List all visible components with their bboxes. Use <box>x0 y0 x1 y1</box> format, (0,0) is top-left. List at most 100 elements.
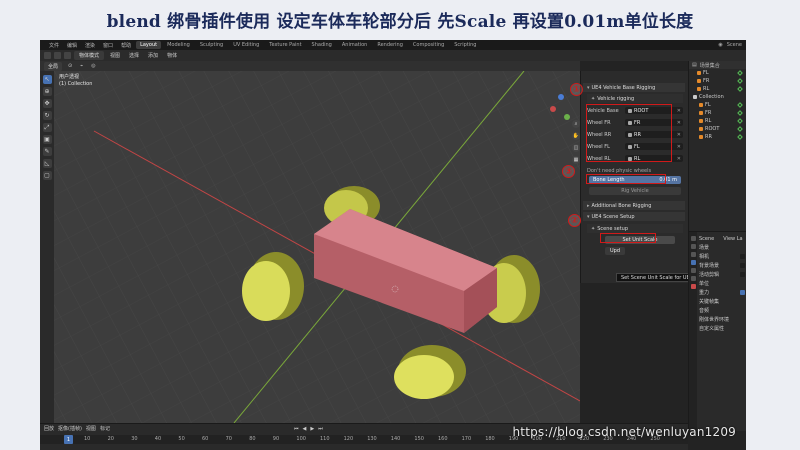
outliner-item[interactable]: FR <box>689 109 746 117</box>
constraints-tab-icon[interactable] <box>690 284 696 289</box>
object-tab-icon[interactable] <box>690 276 696 281</box>
timeline-menu-marker[interactable]: 标记 <box>100 425 110 432</box>
play-icon[interactable]: ▶ <box>310 426 314 432</box>
orientation-dropdown[interactable]: 全局 <box>44 61 63 71</box>
outliner-item[interactable]: ROOT <box>689 125 746 133</box>
clear-icon[interactable]: ✕ <box>677 120 683 126</box>
scene-selector[interactable]: ◉ Scene <box>718 42 746 48</box>
grid-icon[interactable]: ▦ <box>572 156 580 164</box>
cursor-tool-icon[interactable]: ⊕ <box>42 87 52 96</box>
jump-start-icon[interactable]: ⏮ <box>294 426 299 432</box>
menu-help[interactable]: 帮助 <box>118 42 134 49</box>
menu-edit[interactable]: 编辑 <box>64 42 80 49</box>
menu-add[interactable]: 添加 <box>145 52 161 59</box>
outliner-item[interactable]: RL <box>689 85 746 93</box>
outliner-item[interactable]: FL <box>689 69 746 77</box>
workspace-tab-sculpting[interactable]: Sculpting <box>196 41 227 49</box>
props-row-audio[interactable]: 音频 <box>699 306 746 315</box>
eyedropper-icon[interactable] <box>740 263 745 268</box>
rig-vehicle-button[interactable]: Rig Vehicle <box>589 187 681 195</box>
visibility-icon[interactable] <box>737 118 743 124</box>
clear-icon[interactable]: ✕ <box>677 132 683 138</box>
panel-header-vehicle-rigging[interactable]: ▾ UE4 Vehicle Base Rigging <box>583 83 685 92</box>
rotate-tool-icon[interactable]: ↻ <box>42 111 52 120</box>
select-tool-icon[interactable]: ↖ <box>42 75 52 84</box>
menu-object[interactable]: 物体 <box>164 52 180 59</box>
timeline-menu-keying[interactable]: 抠像(插帧) <box>58 425 82 432</box>
props-row-keying-sets[interactable]: 关键帧集 <box>699 297 746 306</box>
workspace-tab-rendering[interactable]: Rendering <box>373 41 407 49</box>
proportional-edit-icon[interactable]: ◎ <box>89 63 97 69</box>
jump-end-icon[interactable]: ⏭ <box>318 426 323 432</box>
select-mode-icon[interactable] <box>54 52 61 59</box>
outliner-item[interactable]: Collection <box>689 93 746 101</box>
measure-tool-icon[interactable]: ◺ <box>42 159 52 168</box>
menu-window[interactable]: 窗口 <box>100 42 116 49</box>
visibility-icon[interactable] <box>737 86 743 92</box>
select-extend-icon[interactable] <box>64 52 71 59</box>
snap-icon[interactable]: ⌁ <box>78 63 85 69</box>
workspace-tab-uv-editing[interactable]: UV Editing <box>229 41 263 49</box>
add-cube-tool-icon[interactable]: ▢ <box>42 171 52 180</box>
visibility-icon[interactable] <box>737 110 743 116</box>
tool-tab-icon[interactable] <box>690 236 696 241</box>
visibility-icon[interactable] <box>737 102 743 108</box>
visibility-icon[interactable] <box>737 126 743 132</box>
camera-icon[interactable]: ◫ <box>572 144 580 152</box>
workspace-tab-layout[interactable]: Layout <box>136 41 162 49</box>
menu-render[interactable]: 渲染 <box>82 42 98 49</box>
visibility-icon[interactable] <box>737 70 743 76</box>
outliner-item[interactable]: RL <box>689 117 746 125</box>
clear-icon[interactable]: ✕ <box>677 156 683 162</box>
eyedropper-icon[interactable] <box>740 254 745 259</box>
props-row-rigid-body-world[interactable]: 刚体世界环境 <box>699 315 746 324</box>
props-row-background-scene[interactable]: 背景场景 <box>699 261 746 270</box>
pivot-icon[interactable]: ⊙ <box>66 63 74 69</box>
gizmo-y-icon[interactable] <box>564 114 570 120</box>
visibility-icon[interactable] <box>737 78 743 84</box>
annotate-tool-icon[interactable]: ✎ <box>42 147 52 156</box>
menu-view[interactable]: 视图 <box>107 52 123 59</box>
panel-header-scene-setup[interactable]: ▾ UE4 Scene Setup <box>583 212 685 221</box>
timeline-menu-view[interactable]: 视图 <box>86 425 96 432</box>
outliner-item[interactable]: FL <box>689 101 746 109</box>
zoom-icon[interactable]: ⌕ <box>572 120 580 128</box>
props-row-units[interactable]: 单位 <box>699 279 746 288</box>
menu-file[interactable]: 文件 <box>46 42 62 49</box>
play-reverse-icon[interactable]: ◀ <box>302 426 306 432</box>
scene-tab-icon[interactable] <box>690 260 696 265</box>
render-tab-icon[interactable] <box>690 244 696 249</box>
current-frame-indicator[interactable]: 1 <box>64 435 73 444</box>
props-row-active-clip[interactable]: 活动剪辑 <box>699 270 746 279</box>
workspace-tab-compositing[interactable]: Compositing <box>409 41 448 49</box>
workspace-tab-texture-paint[interactable]: Texture Paint <box>265 41 305 49</box>
props-row-gravity[interactable]: 重力 <box>699 288 746 297</box>
scale-tool-icon[interactable]: ⤢ <box>42 123 52 132</box>
visibility-icon[interactable] <box>737 134 743 140</box>
clear-icon[interactable]: ✕ <box>677 144 683 150</box>
props-row-custom-props[interactable]: 自定义属性 <box>699 324 746 333</box>
clear-icon[interactable]: ✕ <box>677 108 683 114</box>
select-box-icon[interactable] <box>44 52 51 59</box>
move-tool-icon[interactable]: ✥ <box>42 99 52 108</box>
gizmo-z-icon[interactable] <box>558 94 564 100</box>
workspace-tab-shading[interactable]: Shading <box>308 41 336 49</box>
3d-viewport[interactable]: 用户透视 (1) Collection <box>54 71 580 423</box>
pan-icon[interactable]: ✋ <box>572 132 580 140</box>
transform-tool-icon[interactable]: ▣ <box>42 135 52 144</box>
eyedropper-icon[interactable] <box>740 272 745 277</box>
timeline-menu-playback[interactable]: 回放 <box>44 425 54 432</box>
menu-select[interactable]: 选择 <box>126 52 142 59</box>
update-button[interactable]: Upd <box>605 247 625 255</box>
props-row-scene[interactable]: 场景 <box>699 243 746 252</box>
workspace-tab-animation[interactable]: Animation <box>338 41 372 49</box>
world-tab-icon[interactable] <box>690 268 696 273</box>
props-row-camera[interactable]: 相机 <box>699 252 746 261</box>
panel-header-additional-bone[interactable]: ▸ Additional Bone Rigging <box>583 201 685 210</box>
workspace-tab-modeling[interactable]: Modeling <box>163 41 194 49</box>
mode-dropdown[interactable]: 物体模式 <box>74 51 105 60</box>
outliner-item[interactable]: FR <box>689 77 746 85</box>
outliner-item[interactable]: RR <box>689 133 746 141</box>
output-tab-icon[interactable] <box>690 252 696 257</box>
workspace-tab-scripting[interactable]: Scripting <box>450 41 480 49</box>
